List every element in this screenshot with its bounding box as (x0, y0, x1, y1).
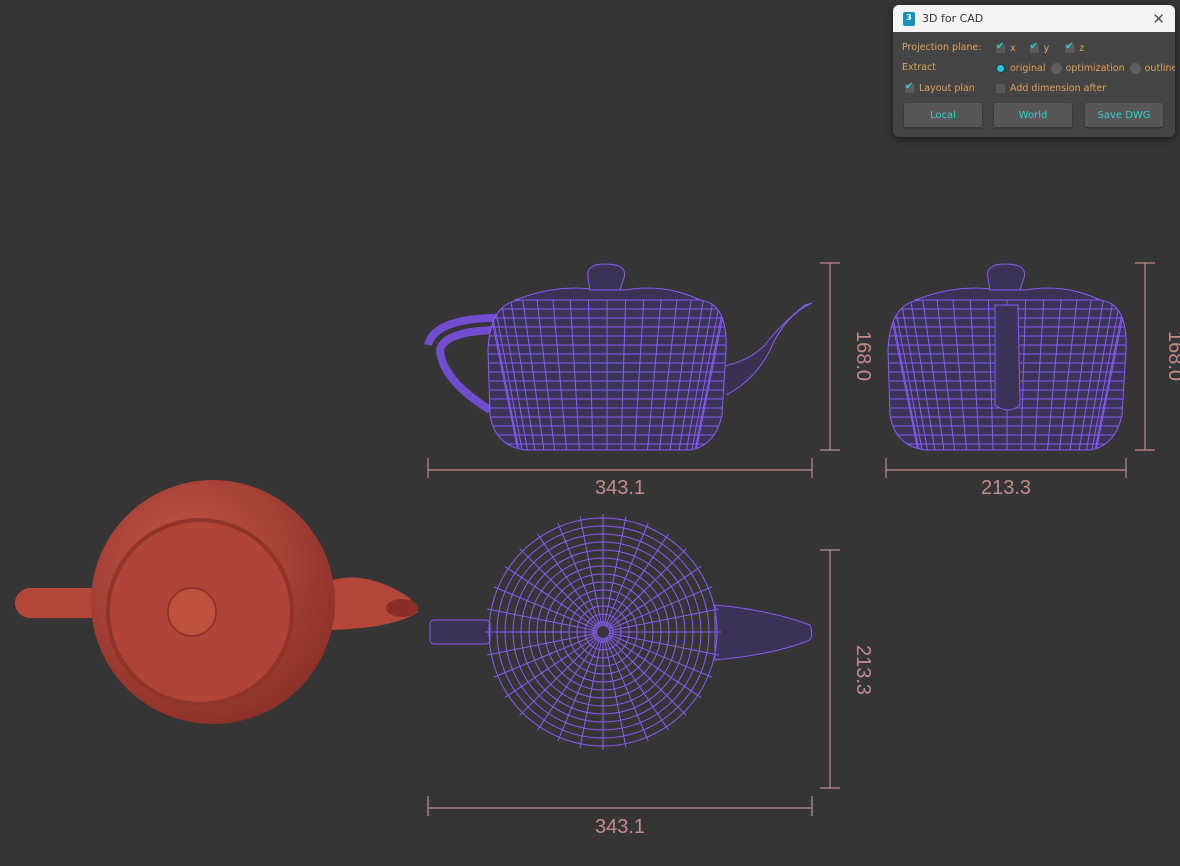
wire-line (519, 635, 600, 716)
checkbox-z-box[interactable] (1065, 41, 1075, 53)
radio-outline-dot[interactable] (1129, 63, 1141, 74)
top-height-dimension: 213.3 (852, 645, 874, 695)
wire-line (603, 516, 627, 627)
shaded-teapot-model (15, 480, 418, 724)
app-icon: 3 (903, 11, 915, 26)
wire-line (579, 637, 603, 748)
save-dwg-button[interactable]: Save DWG (1085, 103, 1163, 127)
checkbox-x-box[interactable] (996, 41, 1005, 53)
extract-label: Extract (902, 62, 937, 73)
checkbox-z[interactable]: z (1065, 41, 1085, 54)
side-view-wireframe (887, 263, 1127, 451)
wire-line (603, 637, 627, 748)
wire-line (487, 608, 598, 632)
dialog-titlebar[interactable]: 3 3D for CAD ✕ (893, 5, 1175, 32)
front-view-wireframe (424, 263, 813, 451)
layout-plan-label: Layout plan (919, 83, 975, 94)
checkbox-y[interactable]: y (1029, 41, 1050, 54)
radio-original-label: original (1010, 63, 1046, 74)
radio-optimization-dot[interactable] (1050, 63, 1062, 74)
add-dimension-label: Add dimension after (1010, 83, 1107, 94)
layout-plan-checkbox[interactable]: Layout plan (905, 81, 975, 94)
dialog-title: 3D for CAD (922, 12, 984, 25)
checkbox-y-box[interactable] (1029, 41, 1039, 53)
checkbox-x[interactable]: x (996, 41, 1016, 54)
radio-optimization[interactable]: optimization (1050, 63, 1125, 74)
wire-line (487, 632, 598, 656)
wire-line (606, 635, 687, 716)
checkbox-z-label: z (1079, 43, 1085, 54)
front-height-dimension: 168.0 (852, 331, 874, 381)
close-icon[interactable]: ✕ (1152, 10, 1165, 28)
radio-original-dot[interactable] (995, 63, 1006, 74)
wire-line (608, 632, 719, 656)
radio-outline-label: outline (1144, 63, 1175, 74)
projection-plane-label: Projection plane: (902, 42, 982, 53)
side-height-dimension: 168.0 (1164, 331, 1180, 381)
checkbox-y-label: y (1043, 43, 1050, 54)
top-view-wireframe (429, 514, 813, 750)
wire-line (608, 608, 719, 632)
world-button[interactable]: World (994, 103, 1072, 127)
top-width-dimension: 343.1 (595, 816, 645, 838)
side-width-dimension: 213.3 (981, 477, 1031, 499)
front-width-dimension: 343.1 (595, 477, 645, 499)
checkbox-x-label: x (1010, 43, 1016, 54)
wire-line (606, 548, 687, 629)
wire-line (519, 548, 600, 629)
local-button[interactable]: Local (904, 103, 982, 127)
radio-original[interactable]: original (995, 63, 1046, 74)
radio-outline[interactable]: outline (1129, 63, 1175, 74)
radio-optimization-label: optimization (1065, 63, 1125, 74)
add-dimension-box[interactable] (996, 84, 1005, 93)
wire-line (579, 516, 603, 627)
layout-plan-box[interactable] (905, 81, 914, 93)
add-dimension-checkbox[interactable]: Add dimension after (996, 83, 1106, 94)
3d-for-cad-dialog: 3 3D for CAD ✕ Projection plane: x y z E… (893, 5, 1175, 137)
